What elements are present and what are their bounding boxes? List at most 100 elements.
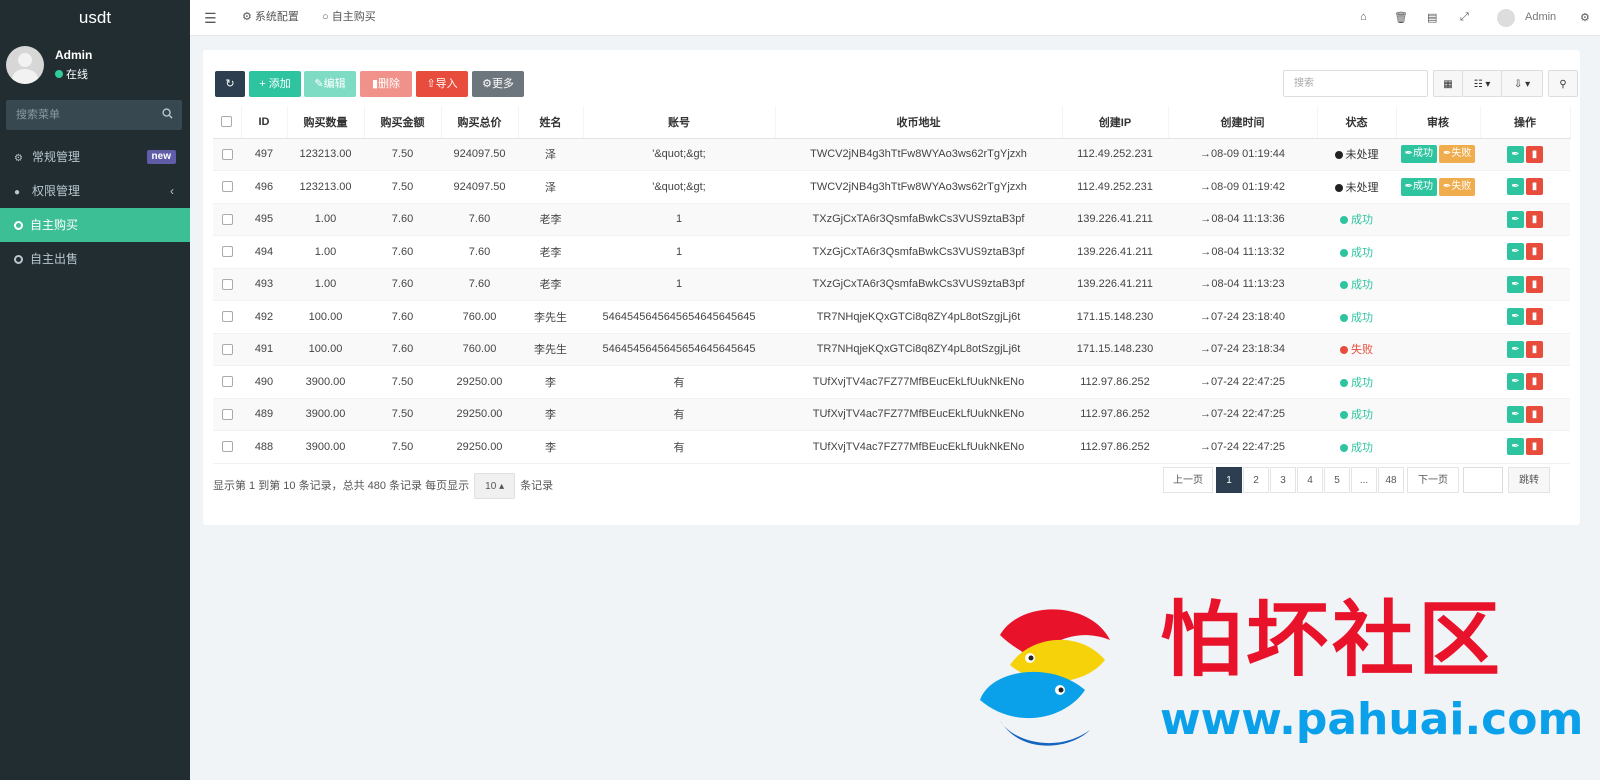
brand-logo[interactable]: usdt xyxy=(0,0,190,36)
column-header[interactable]: ID xyxy=(241,106,288,139)
tab-self-buy[interactable]: ○ 自主购买 xyxy=(322,0,376,36)
page-button[interactable]: 2 xyxy=(1243,467,1269,493)
row-delete-button[interactable]: ▮ xyxy=(1526,275,1543,293)
trash-icon[interactable]: 🗑 xyxy=(1394,11,1408,24)
import-button[interactable]: ⇧导入 xyxy=(416,71,468,97)
column-header[interactable]: 创建时间 xyxy=(1168,106,1318,139)
column-header[interactable]: 收币地址 xyxy=(775,106,1063,139)
search-toggle-button[interactable]: ⚲ xyxy=(1548,70,1578,97)
page-jump-input[interactable] xyxy=(1463,467,1503,493)
table-row[interactable]: 494 1.00 7.60 7.60 老李 1 TXzGjCxTA6r3QsmfaBwkCs… xyxy=(213,235,1570,269)
row-delete-button[interactable]: ▮ xyxy=(1526,308,1543,326)
reject-button[interactable]: ✒失败 xyxy=(1439,145,1476,164)
table-row[interactable]: 493 1.00 7.60 7.60 老李 1 TXzGjCxTA6r3QsmfaBwkCs… xyxy=(213,268,1570,301)
row-checkbox[interactable] xyxy=(213,300,241,334)
row-checkbox[interactable] xyxy=(213,333,241,366)
reject-button[interactable]: ✒失败 xyxy=(1439,177,1476,196)
edit-button[interactable]: ✎编辑 xyxy=(304,71,356,97)
page-button[interactable]: 3 xyxy=(1270,467,1296,493)
table-row[interactable]: 497 123213.00 7.50 924097.50 泽 '&quot;&gt; TWC… xyxy=(213,138,1570,171)
page-button[interactable]: 5 xyxy=(1324,467,1350,493)
home-icon[interactable]: ⌂ xyxy=(1360,11,1367,23)
select-all-checkbox[interactable] xyxy=(213,106,242,139)
row-checkbox[interactable] xyxy=(213,365,241,399)
cell-amount: 7.50 xyxy=(364,398,441,431)
translate-icon[interactable]: ▤ xyxy=(1427,11,1437,24)
approve-button[interactable]: ✒成功 xyxy=(1400,145,1437,164)
page-button[interactable]: 4 xyxy=(1297,467,1323,493)
header-admin-name[interactable]: Admin xyxy=(1525,11,1556,23)
row-delete-button[interactable]: ▮ xyxy=(1526,438,1543,456)
column-header[interactable]: 购买金额 xyxy=(364,106,442,139)
row-delete-button[interactable]: ▮ xyxy=(1526,178,1543,196)
sidebar-item-general[interactable]: ⚙ 常规管理 new xyxy=(0,140,190,174)
prev-page-button[interactable]: 上一页 xyxy=(1163,467,1213,493)
tab-system-config[interactable]: ⚙ 系统配置 xyxy=(242,0,299,36)
delete-button[interactable]: ▮删除 xyxy=(360,71,412,97)
add-button[interactable]: + 添加 xyxy=(249,71,301,97)
column-header[interactable]: 状态 xyxy=(1317,106,1397,139)
row-delete-button[interactable]: ▮ xyxy=(1526,373,1543,391)
table-row[interactable]: 495 1.00 7.60 7.60 老李 1 TXzGjCxTA6r3QsmfaBwkCs… xyxy=(213,203,1570,236)
table-row[interactable]: 490 3900.00 7.50 29250.00 李有 TUfXvjTV4ac7FZ77… xyxy=(213,365,1570,399)
column-header[interactable]: 购买总价 xyxy=(441,106,519,139)
sidebar-item-self-buy[interactable]: 自主购买 xyxy=(0,208,190,242)
sidebar-search-input[interactable] xyxy=(6,100,182,130)
sidebar-item-permissions[interactable]: ● 权限管理 ‹ xyxy=(0,174,190,208)
header-avatar[interactable] xyxy=(1497,9,1515,27)
row-checkbox[interactable] xyxy=(213,430,241,464)
row-edit-button[interactable]: ✒ xyxy=(1507,145,1524,163)
row-edit-button[interactable]: ✒ xyxy=(1507,340,1524,358)
row-checkbox[interactable] xyxy=(213,268,241,301)
row-checkbox[interactable] xyxy=(213,138,241,171)
row-delete-button[interactable]: ▮ xyxy=(1526,145,1543,163)
row-checkbox[interactable] xyxy=(213,203,241,236)
row-edit-button[interactable]: ✒ xyxy=(1507,275,1524,293)
column-header[interactable]: 账号 xyxy=(583,106,776,139)
settings-icon[interactable]: ⚙ xyxy=(1580,11,1590,24)
page-button[interactable]: 48 xyxy=(1378,467,1404,493)
table-search-input[interactable] xyxy=(1283,70,1428,97)
table-row[interactable]: 491 100.00 7.60 760.00 李先生 546454564564565464… xyxy=(213,333,1570,366)
row-delete-button[interactable]: ▮ xyxy=(1526,405,1543,423)
row-checkbox[interactable] xyxy=(213,398,241,431)
row-checkbox[interactable] xyxy=(213,170,241,204)
table-row[interactable]: 488 3900.00 7.50 29250.00 李有 TUfXvjTV4ac7FZ77… xyxy=(213,430,1570,464)
row-edit-button[interactable]: ✒ xyxy=(1507,210,1524,228)
row-edit-button[interactable]: ✒ xyxy=(1507,438,1524,456)
table-row[interactable]: 496 123213.00 7.50 924097.50 泽 '&quot;&gt; TWC… xyxy=(213,170,1570,204)
search-icon[interactable] xyxy=(162,108,173,122)
fullscreen-icon[interactable]: ⤢ xyxy=(1460,11,1469,24)
sidebar-item-self-sell[interactable]: 自主出售 xyxy=(0,242,190,276)
jump-button[interactable]: 跳转 xyxy=(1508,467,1550,493)
row-checkbox[interactable] xyxy=(213,235,241,269)
columns-button[interactable]: ☷ ▾ xyxy=(1462,70,1502,97)
row-edit-button[interactable]: ✒ xyxy=(1507,405,1524,423)
column-header[interactable]: 审核 xyxy=(1396,106,1481,139)
export-button[interactable]: ⇩ ▾ xyxy=(1501,70,1543,97)
row-delete-button[interactable]: ▮ xyxy=(1526,243,1543,261)
row-edit-button[interactable]: ✒ xyxy=(1507,178,1524,196)
row-delete-button[interactable]: ▮ xyxy=(1526,340,1543,358)
row-delete-button[interactable]: ▮ xyxy=(1526,210,1543,228)
more-button[interactable]: ⚙更多 xyxy=(472,71,524,97)
menu-toggle-icon[interactable]: ☰ xyxy=(204,10,217,27)
toggle-view-button[interactable]: ▦ xyxy=(1433,70,1463,97)
column-header[interactable]: 购买数量 xyxy=(287,106,365,139)
status-dot-icon xyxy=(1340,346,1348,355)
row-edit-button[interactable]: ✒ xyxy=(1507,308,1524,326)
row-edit-button[interactable]: ✒ xyxy=(1507,243,1524,261)
column-header[interactable]: 姓名 xyxy=(518,106,584,139)
table-row[interactable]: 492 100.00 7.60 760.00 李先生 546454564564565464… xyxy=(213,300,1570,334)
content-panel: ↻ + 添加 ✎编辑 ▮删除 ⇧导入 ⚙更多 ▦ ☷ ▾ ⇩ ▾ ⚲ ID 购买… xyxy=(203,50,1580,525)
cell-id: 488 xyxy=(241,430,287,464)
row-edit-button[interactable]: ✒ xyxy=(1507,373,1524,391)
column-header[interactable]: 创建IP xyxy=(1062,106,1169,139)
page-size-select[interactable]: 10 ▴ xyxy=(474,473,516,499)
column-header[interactable]: 操作 xyxy=(1480,106,1571,139)
table-row[interactable]: 489 3900.00 7.50 29250.00 李有 TUfXvjTV4ac7FZ77… xyxy=(213,398,1570,431)
approve-button[interactable]: ✒成功 xyxy=(1400,177,1437,196)
next-page-button[interactable]: 下一页 xyxy=(1407,467,1459,493)
page-button[interactable]: 1 xyxy=(1216,467,1242,493)
refresh-button[interactable]: ↻ xyxy=(215,71,245,97)
